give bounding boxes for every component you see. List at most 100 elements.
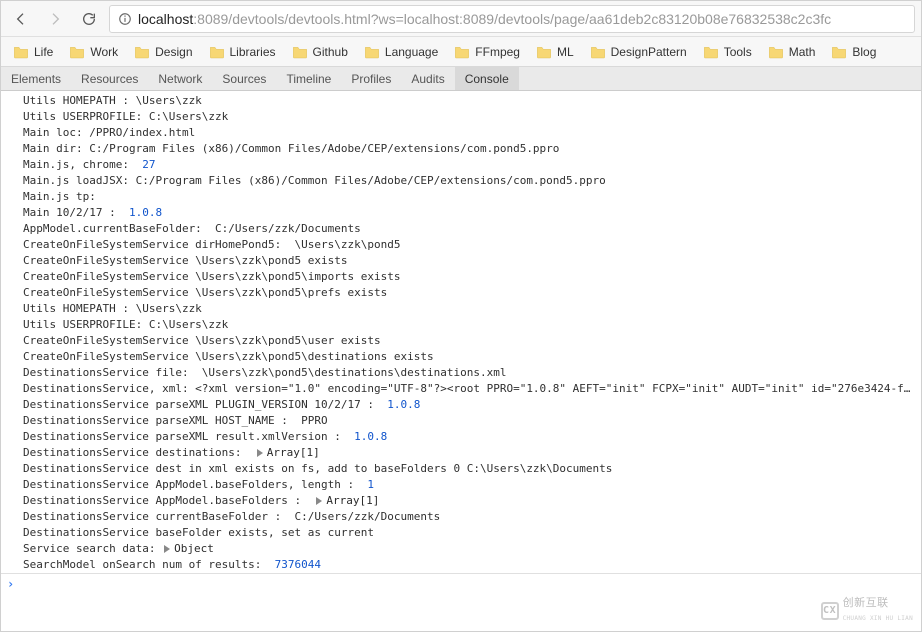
log-text: DestinationsService, xml: <?xml version=… (23, 382, 910, 395)
console-log-line: Main 10/2/17 : 1.0.8 (1, 205, 921, 221)
log-text: Main.js tp: (23, 190, 96, 203)
reload-icon (81, 11, 97, 27)
console-log-line: Utils USERPROFILE: C:\Users\zzk (1, 317, 921, 333)
bookmark-label: Design (155, 45, 192, 59)
bookmark-folder[interactable]: Design (128, 42, 198, 62)
bookmark-folder[interactable]: Github (286, 42, 354, 62)
folder-icon (292, 45, 308, 59)
tab-console[interactable]: Console (455, 67, 519, 90)
tab-sources[interactable]: Sources (212, 67, 276, 90)
console-input[interactable] (20, 578, 917, 590)
address-bar[interactable]: localhost:8089/devtools/devtools.html?ws… (109, 5, 915, 33)
expand-triangle-icon[interactable] (257, 449, 263, 457)
log-text: CreateOnFileSystemService dirHomePond5: … (23, 238, 401, 251)
console-log-line: CreateOnFileSystemService \Users\zzk\pon… (1, 333, 921, 349)
console-log-line: CreateOnFileSystemService \Users\zzk\pon… (1, 253, 921, 269)
watermark-sub: CHUANG XIN HU LIAN (843, 611, 913, 627)
bookmark-label: ML (557, 45, 574, 59)
bookmark-label: Libraries (230, 45, 276, 59)
log-text: Utils USERPROFILE: C:\Users\zzk (23, 110, 228, 123)
expand-triangle-icon[interactable] (316, 497, 322, 505)
bookmark-label: Life (34, 45, 53, 59)
console-log-line: DestinationsService, xml: <?xml version=… (1, 381, 921, 397)
bookmark-folder[interactable]: Math (762, 42, 822, 62)
folder-icon (703, 45, 719, 59)
prompt-caret-icon: › (5, 576, 20, 592)
back-button[interactable] (7, 5, 35, 33)
log-text: CreateOnFileSystemService \Users\zzk\pon… (23, 254, 348, 267)
tab-network[interactable]: Network (148, 67, 212, 90)
folder-icon (768, 45, 784, 59)
log-text: AppModel.currentBaseFolder: C:/Users/zzk… (23, 222, 361, 235)
log-text: Main dir: C:/Program Files (x86)/Common … (23, 142, 559, 155)
bookmark-label: Blog (852, 45, 876, 59)
log-text: DestinationsService parseXML result.xmlV… (23, 430, 354, 443)
log-text: DestinationsService destinations: (23, 446, 255, 459)
log-text: Main.js loadJSX: C:/Program Files (x86)/… (23, 174, 606, 187)
log-text: Main loc: /PPRO/index.html (23, 126, 195, 139)
log-object[interactable]: Array[1] (326, 494, 379, 507)
log-number: 7376044 (275, 558, 321, 571)
log-text: DestinationsService AppModel.baseFolders… (23, 494, 314, 507)
bookmark-folder[interactable]: DesignPattern (584, 42, 693, 62)
folder-icon (831, 45, 847, 59)
tab-audits[interactable]: Audits (401, 67, 454, 90)
bookmark-folder[interactable]: Libraries (203, 42, 282, 62)
tab-profiles[interactable]: Profiles (341, 67, 401, 90)
bookmark-label: Language (385, 45, 438, 59)
bookmark-label: FFmpeg (475, 45, 520, 59)
log-text: Main 10/2/17 : (23, 206, 129, 219)
folder-icon (13, 45, 29, 59)
console-log-line: DestinationsService currentBaseFolder : … (1, 509, 921, 525)
site-info-icon[interactable] (118, 12, 132, 26)
folder-icon (590, 45, 606, 59)
bookmark-folder[interactable]: Blog (825, 42, 882, 62)
console-log-line: DestinationsService AppModel.baseFolders… (1, 493, 921, 509)
console-log-line: SearchModel onSearch num of results: 737… (1, 557, 921, 573)
console-log-line: Main.js tp: (1, 189, 921, 205)
log-text: CreateOnFileSystemService \Users\zzk\pon… (23, 286, 387, 299)
bookmark-folder[interactable]: Life (7, 42, 59, 62)
tab-timeline[interactable]: Timeline (276, 67, 341, 90)
tab-elements[interactable]: Elements (1, 67, 71, 90)
bookmark-folder[interactable]: ML (530, 42, 580, 62)
console-log-line: DestinationsService baseFolder exists, s… (1, 525, 921, 541)
log-object[interactable]: Object (174, 542, 214, 555)
console-log-line: DestinationsService parseXML HOST_NAME :… (1, 413, 921, 429)
folder-icon (536, 45, 552, 59)
log-object[interactable]: Array[1] (267, 446, 320, 459)
expand-triangle-icon[interactable] (164, 545, 170, 553)
log-number: 1.0.8 (129, 206, 162, 219)
folder-icon (209, 45, 225, 59)
devtools-tab-strip: ElementsResourcesNetworkSourcesTimelineP… (1, 67, 921, 91)
log-text: Service search data: (23, 542, 162, 555)
console-panel: Utils HOMEPATH : \Users\zzkUtils USERPRO… (1, 91, 921, 633)
reload-button[interactable] (75, 5, 103, 33)
watermark-brand: 创新互联 (843, 595, 913, 611)
console-log-line: DestinationsService parseXML PLUGIN_VERS… (1, 397, 921, 413)
log-text: DestinationsService AppModel.baseFolders… (23, 478, 367, 491)
log-text: CreateOnFileSystemService \Users\zzk\pon… (23, 270, 401, 283)
bookmark-folder[interactable]: Work (63, 42, 124, 62)
url-text: localhost:8089/devtools/devtools.html?ws… (138, 11, 831, 27)
console-log-line: DestinationsService parseXML result.xmlV… (1, 429, 921, 445)
bookmarks-bar: Life Work Design Libraries Github Language FFm… (1, 37, 921, 67)
bookmark-folder[interactable]: Tools (697, 42, 758, 62)
tab-resources[interactable]: Resources (71, 67, 148, 90)
log-text: DestinationsService baseFolder exists, s… (23, 526, 374, 539)
console-log-line: Main loc: /PPRO/index.html (1, 125, 921, 141)
log-number: 1.0.8 (387, 398, 420, 411)
forward-button[interactable] (41, 5, 69, 33)
bookmark-folder[interactable]: FFmpeg (448, 42, 526, 62)
log-text: DestinationsService file: \Users\zzk\pon… (23, 366, 506, 379)
console-log-line: Main.js loadJSX: C:/Program Files (x86)/… (1, 173, 921, 189)
watermark-logo-icon: CX (821, 602, 839, 620)
log-number: 1.0.8 (354, 430, 387, 443)
log-text: CreateOnFileSystemService \Users\zzk\pon… (23, 350, 434, 363)
folder-icon (69, 45, 85, 59)
folder-icon (454, 45, 470, 59)
console-log-line: CreateOnFileSystemService \Users\zzk\pon… (1, 285, 921, 301)
browser-nav-bar: localhost:8089/devtools/devtools.html?ws… (1, 1, 921, 37)
console-log-line: Utils HOMEPATH : \Users\zzk (1, 301, 921, 317)
bookmark-folder[interactable]: Language (358, 42, 444, 62)
